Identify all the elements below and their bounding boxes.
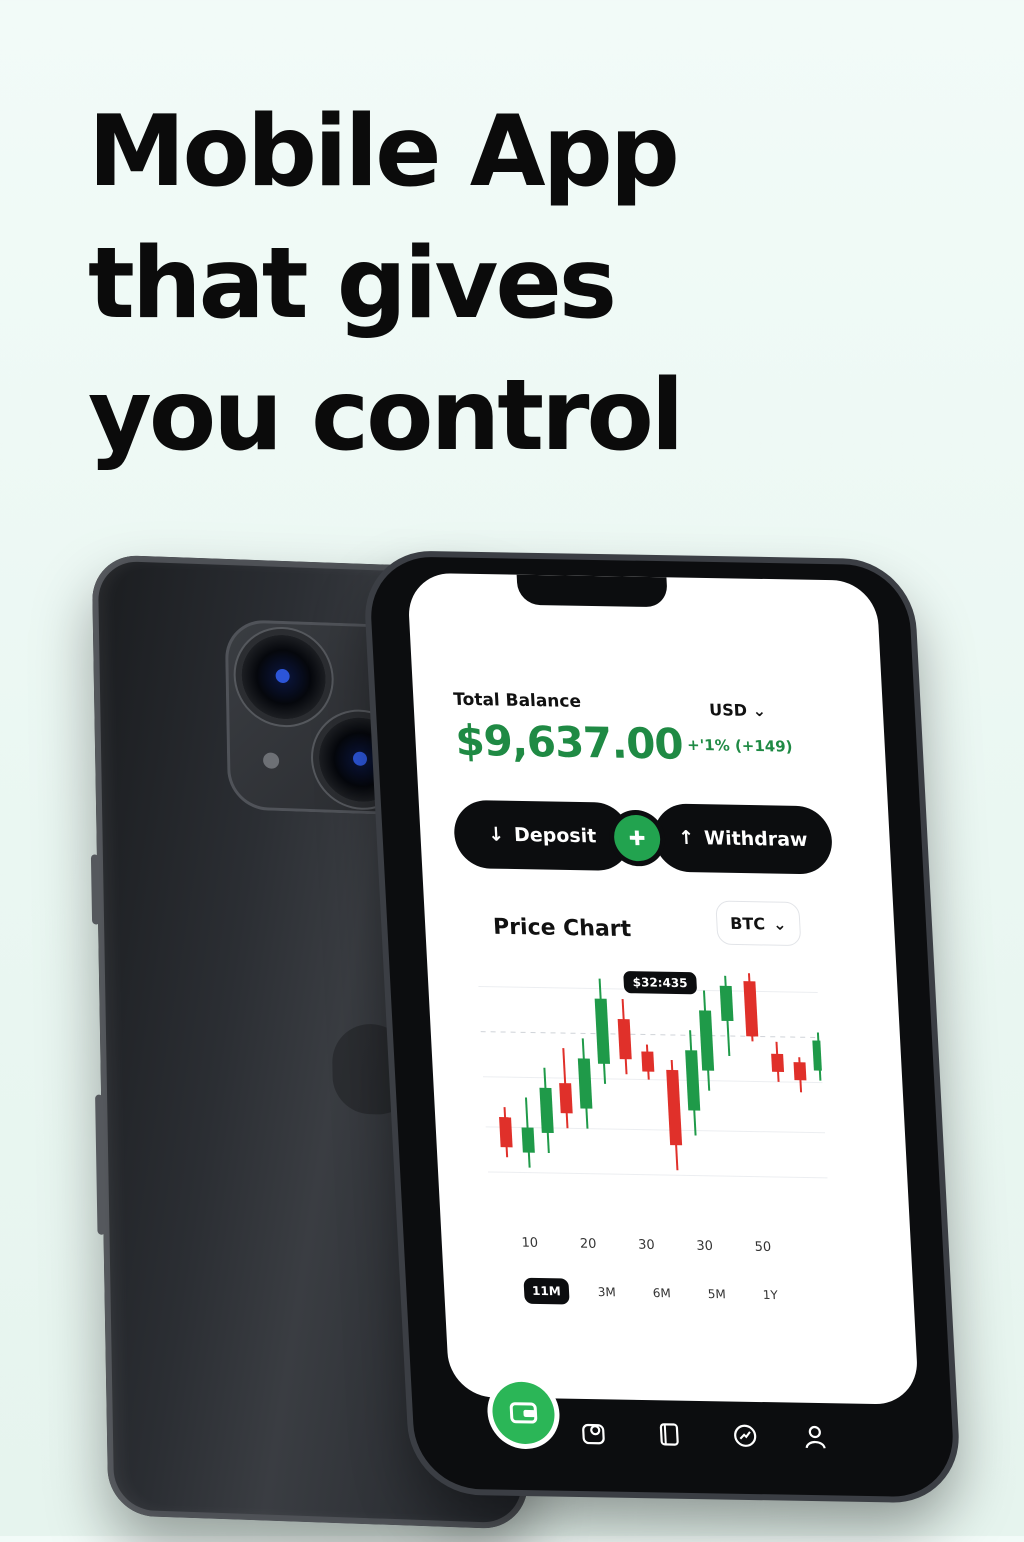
swap-icon: ✚ xyxy=(628,825,647,851)
range-1y[interactable]: 1Y xyxy=(754,1282,786,1309)
grid-line xyxy=(482,1076,823,1084)
balance-amount: $9,637.00 xyxy=(454,715,684,769)
deposit-button[interactable]: ↓ Deposit xyxy=(452,799,632,872)
x-tick: 30 xyxy=(696,1238,714,1254)
cards-icon xyxy=(659,1423,679,1446)
wallet-icon xyxy=(509,1402,538,1424)
profile-icon xyxy=(805,1425,826,1449)
tab-cards[interactable] xyxy=(652,1418,686,1451)
range-11m[interactable]: 11M xyxy=(523,1277,570,1305)
headline-line-3: you control xyxy=(88,359,684,473)
x-tick: 10 xyxy=(521,1235,539,1251)
candle-body xyxy=(685,1050,701,1111)
range-3m[interactable]: 3M xyxy=(589,1279,624,1306)
app-screen: Total Balance $9,637.00 USD ⌄ +'1% (+149… xyxy=(406,572,920,1405)
candle-body xyxy=(793,1062,807,1081)
arrow-down-icon: ↓ xyxy=(487,823,505,846)
candle-body xyxy=(743,981,759,1037)
candle-body xyxy=(719,985,734,1022)
x-axis-ticks: 10 20 30 30 50 xyxy=(521,1236,771,1255)
candlestick-chart xyxy=(478,973,828,1179)
deposit-label: Deposit xyxy=(513,823,597,848)
candle-body xyxy=(521,1127,535,1153)
currency-selector[interactable]: USD ⌄ xyxy=(709,700,767,720)
price-chart-title: Price Chart xyxy=(492,914,632,943)
chevron-down-icon: ⌄ xyxy=(772,914,787,934)
range-selector: 11M 3M 6M 5M 1Y xyxy=(523,1277,786,1309)
tab-portfolio[interactable] xyxy=(577,1417,611,1450)
x-tick: 50 xyxy=(754,1239,772,1256)
tab-bar xyxy=(473,1381,916,1489)
flash-icon xyxy=(262,752,280,769)
candle-body xyxy=(641,1051,655,1072)
grid-line xyxy=(487,1171,828,1179)
candle-body xyxy=(577,1058,593,1109)
candle-body xyxy=(812,1040,826,1071)
headline-line-1: Mobile App xyxy=(88,95,680,209)
headline: Mobile App that gives you control xyxy=(88,86,684,482)
candle-body xyxy=(666,1069,683,1146)
price-tooltip: $32:435 xyxy=(623,971,698,995)
candle-body xyxy=(771,1053,785,1072)
withdraw-label: Withdraw xyxy=(703,827,809,852)
candle-body xyxy=(559,1083,573,1114)
front-phone: Total Balance $9,637.00 USD ⌄ +'1% (+149… xyxy=(368,556,1000,1542)
candle-body xyxy=(617,1019,632,1060)
candle-body xyxy=(594,998,611,1064)
camera-lens-icon xyxy=(240,633,327,721)
x-tick: 30 xyxy=(637,1237,656,1253)
balance-change: +'1% (+149) xyxy=(686,735,793,756)
chevron-down-icon: ⌄ xyxy=(752,700,767,721)
headline-line-2: that gives xyxy=(88,227,617,341)
tab-profile[interactable] xyxy=(798,1421,832,1454)
withdraw-button[interactable]: ↑ Withdraw xyxy=(652,803,834,875)
side-button xyxy=(90,854,101,925)
portfolio-icon xyxy=(582,1423,605,1445)
x-tick: 20 xyxy=(579,1236,597,1252)
total-balance-label: Total Balance xyxy=(452,689,582,712)
grid-line xyxy=(480,1031,821,1039)
coin-label: BTC xyxy=(729,913,766,933)
range-6m[interactable]: 6M xyxy=(644,1280,679,1307)
tab-markets[interactable] xyxy=(728,1419,762,1452)
candle-body xyxy=(539,1087,554,1134)
markets-icon xyxy=(734,1424,757,1447)
currency-label: USD xyxy=(708,700,748,720)
arrow-up-icon: ↑ xyxy=(677,826,695,850)
grid-line xyxy=(485,1126,826,1134)
notch xyxy=(516,574,668,608)
range-5m[interactable]: 5M xyxy=(699,1281,734,1308)
front-phone-body: Total Balance $9,637.00 USD ⌄ +'1% (+149… xyxy=(368,556,956,1498)
coin-selector[interactable]: BTC ⌄ xyxy=(715,900,802,947)
candle-body xyxy=(699,1010,715,1071)
candle-body xyxy=(499,1117,513,1148)
